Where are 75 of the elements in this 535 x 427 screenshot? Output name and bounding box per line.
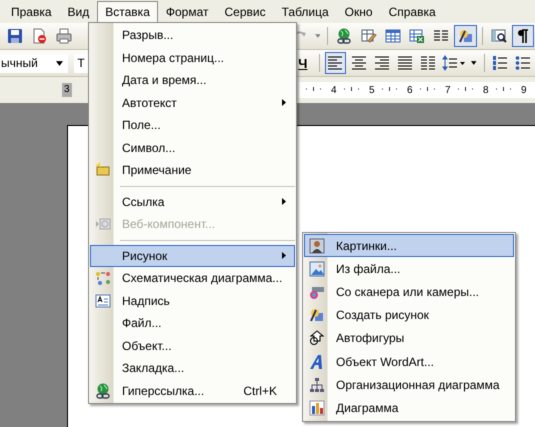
image-icon [309,260,325,277]
shapes-icon[interactable] [309,307,325,324]
menu-item[interactable]: Файл... [90,312,295,334]
menu-item[interactable]: Примечание [90,159,295,182]
menu-item[interactable]: Картинки... [304,234,514,258]
align-center-icon [350,55,367,71]
toolbar-button[interactable] [324,52,346,74]
wordart-icon [309,354,325,370]
menu-bar-item[interactable]: Вставка [97,0,158,22]
shapes-icon[interactable] [458,28,474,44]
ruler-number: 5 [369,84,375,96]
menu-item[interactable]: Закладка... [90,357,295,380]
spreadsheet-icon[interactable] [409,28,426,44]
menu-item[interactable]: Рисунок [90,244,295,267]
underline-button[interactable]: Ч [292,52,313,74]
menu-item[interactable]: Объект WordArt... [304,350,514,374]
bar-chart-icon [309,400,325,416]
menu-bar-item[interactable]: Окно [336,0,381,22]
bullets-icon [515,55,532,71]
menu-item[interactable]: Номера страниц... [90,46,295,69]
submenu-arrow-icon [282,99,286,106]
ruler-number: 3 [62,83,72,97]
document-map-icon[interactable] [490,28,507,44]
component-icon [95,216,111,232]
menu-item[interactable]: Автофигуры [304,326,514,350]
ruler-number: 6 [407,84,413,96]
distribute-icon [420,55,436,71]
numbering-icon [492,55,508,71]
org-chart-icon [309,376,325,393]
table-pencil-icon[interactable] [360,28,377,44]
menu-bar-item[interactable]: Вид [60,0,98,22]
ruler-number: 9 [521,84,527,96]
table-icon[interactable] [384,28,401,44]
ruler-number: 4 [331,84,337,96]
note-icon [95,162,111,178]
justify-icon [397,55,414,71]
menu-item[interactable]: Поле... [90,114,295,136]
line-spacing-icon [442,55,466,71]
menu-item[interactable]: Организационная диаграмма [304,373,514,396]
align-left-icon [327,55,344,71]
globe-icon[interactable] [336,28,352,44]
print-icon[interactable] [56,28,72,44]
ruler-number: 7 [445,84,451,96]
menu-bar-item[interactable]: Таблица [274,0,337,22]
menu-item[interactable]: Создать рисунок [304,304,514,327]
diagram-icon [95,270,111,286]
menu-item[interactable]: Гиперссылка... Ctrl+K [90,380,295,402]
menu-item[interactable]: Схематическая диаграмма... [90,267,295,290]
align-right-icon [374,55,390,71]
menu-item[interactable]: Надпись [90,290,295,312]
globe-icon[interactable] [95,382,111,399]
submenu-arrow-icon [282,252,286,260]
menu-item[interactable]: Из файла... [304,257,514,280]
shortcut-text: Ctrl+K [243,384,277,398]
menu-bar-item[interactable]: Справка [380,0,444,22]
menu-item[interactable]: Автотекст [90,92,295,114]
save-icon[interactable] [7,28,24,44]
figure-icon [309,238,325,254]
shapes-outline-icon [309,330,325,346]
submenu-arrow-icon [282,198,286,206]
menu-item[interactable]: Объект... [90,334,295,357]
menu-item[interactable]: Со сканера или камеры... [304,280,514,304]
dropdown-arrow-icon[interactable] [471,61,477,65]
menu-bar-item[interactable]: Правка [3,0,60,22]
ruler-number: 8 [483,84,489,96]
menu-item[interactable]: Символ... [90,136,295,159]
menu-item[interactable]: Дата и время... [90,69,295,92]
menu-bar-item[interactable]: Формат [158,0,217,22]
dropdown-arrow-icon[interactable] [56,60,64,66]
document-icon[interactable] [31,28,48,44]
text-box-icon [95,292,111,309]
menu-item[interactable]: Диаграмма [304,396,514,420]
menu-bar-item[interactable]: Сервис [216,0,274,22]
menu-item[interactable]: Ссылка [90,190,295,213]
style-dropdown[interactable]: ычный [0,54,68,72]
